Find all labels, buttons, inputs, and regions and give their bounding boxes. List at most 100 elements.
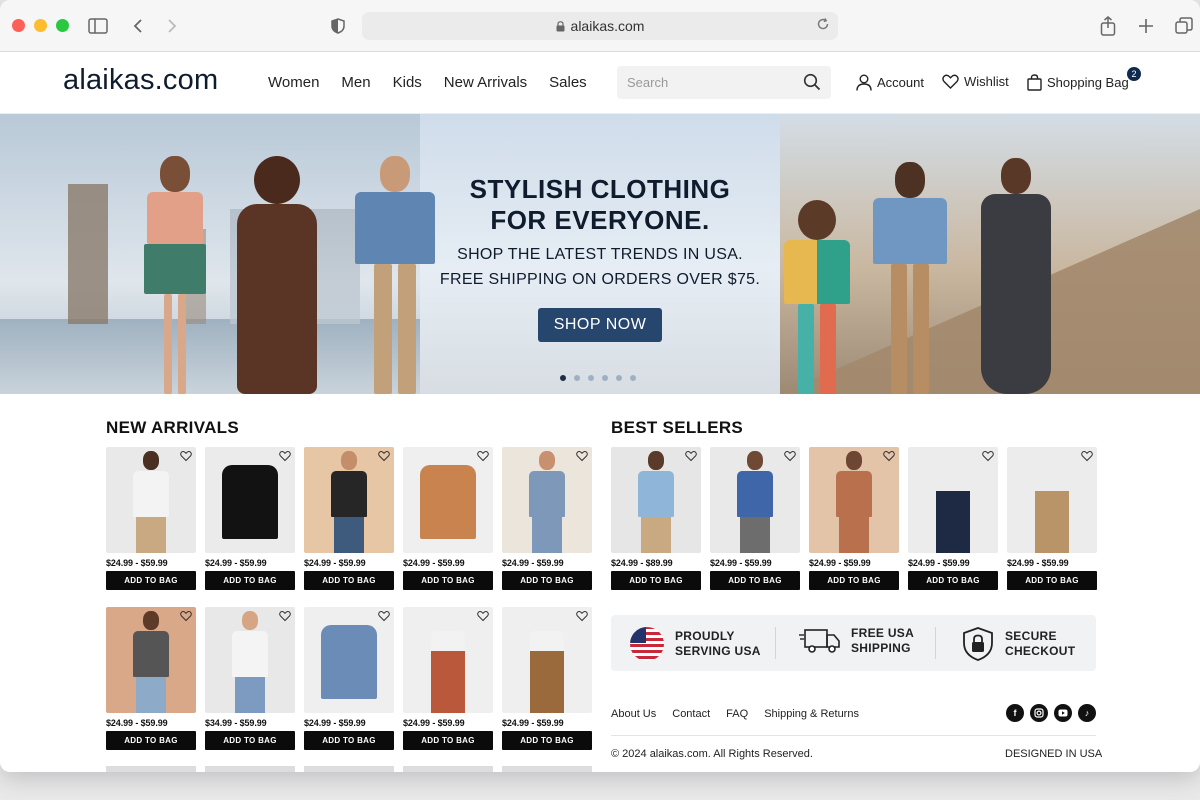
product-card[interactable]: $24.99 - $59.99 ADD TO BAG: [710, 447, 800, 590]
carousel-dot-3[interactable]: [588, 375, 594, 381]
wishlist-heart-icon[interactable]: [685, 450, 697, 462]
close-window-button[interactable]: [12, 19, 25, 32]
nav-men[interactable]: Men: [341, 74, 370, 91]
product-image[interactable]: [908, 447, 998, 553]
back-icon[interactable]: [126, 14, 150, 38]
wishlist-heart-icon[interactable]: [477, 450, 489, 462]
add-to-bag-button[interactable]: ADD TO BAG: [106, 731, 196, 750]
add-to-bag-button[interactable]: ADD TO BAG: [205, 731, 295, 750]
reload-icon[interactable]: [816, 17, 830, 34]
wishlist-heart-icon[interactable]: [180, 450, 192, 462]
product-card[interactable]: $24.99 - $59.99 ADD TO BAG: [502, 447, 592, 590]
tiktok-icon[interactable]: ♪: [1078, 704, 1096, 722]
wishlist-heart-icon[interactable]: [883, 450, 895, 462]
carousel-dot-1[interactable]: [560, 375, 566, 381]
wishlist-heart-icon[interactable]: [378, 610, 390, 622]
add-to-bag-button[interactable]: ADD TO BAG: [908, 571, 998, 590]
account-link[interactable]: Account: [856, 74, 924, 91]
carousel-dot-4[interactable]: [602, 375, 608, 381]
add-to-bag-button[interactable]: ADD TO BAG: [106, 571, 196, 590]
wishlist-heart-icon[interactable]: [982, 450, 994, 462]
product-card[interactable]: $24.99 - $59.99 ADD TO BAG: [304, 607, 394, 750]
product-image[interactable]: [403, 607, 493, 713]
add-to-bag-button[interactable]: ADD TO BAG: [809, 571, 899, 590]
wishlist-heart-icon[interactable]: [576, 610, 588, 622]
product-card[interactable]: $24.99 - $59.99 ADD TO BAG: [502, 607, 592, 750]
product-image[interactable]: [205, 447, 295, 553]
product-card[interactable]: $24.99 - $89.99 ADD TO BAG: [611, 447, 701, 590]
product-image[interactable]: [809, 447, 899, 553]
product-image[interactable]: [611, 447, 701, 553]
add-to-bag-button[interactable]: ADD TO BAG: [611, 571, 701, 590]
wishlist-heart-icon[interactable]: [378, 450, 390, 462]
address-bar[interactable]: alaikas.com: [362, 12, 838, 40]
nav-sales[interactable]: Sales: [549, 74, 587, 91]
privacy-shield-icon[interactable]: [326, 14, 350, 38]
shop-now-button[interactable]: SHOP NOW: [537, 308, 663, 342]
product-image[interactable]: [106, 447, 196, 553]
product-card[interactable]: $24.99 - $59.99 ADD TO BAG: [908, 447, 998, 590]
product-image[interactable]: [1007, 447, 1097, 553]
wishlist-heart-icon[interactable]: [784, 450, 796, 462]
add-to-bag-button[interactable]: ADD TO BAG: [403, 731, 493, 750]
wishlist-link[interactable]: Wishlist: [942, 74, 1009, 89]
add-to-bag-button[interactable]: ADD TO BAG: [304, 731, 394, 750]
wishlist-heart-icon[interactable]: [279, 610, 291, 622]
product-image[interactable]: [502, 607, 592, 713]
add-to-bag-button[interactable]: ADD TO BAG: [710, 571, 800, 590]
add-to-bag-button[interactable]: ADD TO BAG: [403, 571, 493, 590]
product-image[interactable]: [403, 447, 493, 553]
footer-link-faq[interactable]: FAQ: [726, 708, 748, 720]
nav-kids[interactable]: Kids: [393, 74, 422, 91]
forward-icon[interactable]: [160, 14, 184, 38]
product-image[interactable]: [710, 447, 800, 553]
product-card[interactable]: $24.99 - $59.99 ADD TO BAG: [205, 447, 295, 590]
facebook-icon[interactable]: f: [1006, 704, 1024, 722]
product-card[interactable]: $24.99 - $59.99 ADD TO BAG: [1007, 447, 1097, 590]
footer-link-shipping[interactable]: Shipping & Returns: [764, 708, 859, 720]
add-to-bag-button[interactable]: ADD TO BAG: [502, 731, 592, 750]
product-image[interactable]: [205, 607, 295, 713]
product-image[interactable]: [304, 447, 394, 553]
wishlist-heart-icon[interactable]: [279, 450, 291, 462]
carousel-dot-5[interactable]: [616, 375, 622, 381]
wishlist-heart-icon[interactable]: [1081, 450, 1093, 462]
product-photo: [936, 470, 970, 553]
add-to-bag-button[interactable]: ADD TO BAG: [502, 571, 592, 590]
carousel-dot-2[interactable]: [574, 375, 580, 381]
carousel-dot-6[interactable]: [630, 375, 636, 381]
footer-link-about[interactable]: About Us: [611, 708, 656, 720]
search-icon[interactable]: [803, 73, 821, 91]
wishlist-heart-icon[interactable]: [477, 610, 489, 622]
shopping-bag-link[interactable]: Shopping Bag: [1027, 74, 1129, 91]
zoom-window-button[interactable]: [56, 19, 69, 32]
footer-link-contact[interactable]: Contact: [672, 708, 710, 720]
product-card[interactable]: $24.99 - $59.99 ADD TO BAG: [106, 607, 196, 750]
wishlist-heart-icon[interactable]: [576, 450, 588, 462]
sidebar-toggle-icon[interactable]: [86, 14, 110, 38]
tab-overview-icon[interactable]: [1172, 14, 1196, 38]
product-card[interactable]: $24.99 - $59.99 ADD TO BAG: [809, 447, 899, 590]
instagram-icon[interactable]: [1030, 704, 1048, 722]
product-image[interactable]: [304, 607, 394, 713]
search-input[interactable]: [627, 75, 797, 90]
add-to-bag-button[interactable]: ADD TO BAG: [1007, 571, 1097, 590]
nav-women[interactable]: Women: [268, 74, 319, 91]
product-image[interactable]: [106, 607, 196, 713]
add-to-bag-button[interactable]: ADD TO BAG: [205, 571, 295, 590]
product-card[interactable]: $24.99 - $59.99 ADD TO BAG: [106, 447, 196, 590]
site-header: alaikas.com Women Men Kids New Arrivals …: [0, 52, 1200, 114]
product-card[interactable]: $34.99 - $59.99 ADD TO BAG: [205, 607, 295, 750]
youtube-icon[interactable]: [1054, 704, 1072, 722]
new-tab-icon[interactable]: [1134, 14, 1158, 38]
product-image[interactable]: [502, 447, 592, 553]
product-card[interactable]: $24.99 - $59.99 ADD TO BAG: [403, 447, 493, 590]
minimize-window-button[interactable]: [34, 19, 47, 32]
wishlist-heart-icon[interactable]: [180, 610, 192, 622]
site-logo[interactable]: alaikas.com: [63, 64, 218, 97]
product-card[interactable]: $24.99 - $59.99 ADD TO BAG: [403, 607, 493, 750]
product-card[interactable]: $24.99 - $59.99 ADD TO BAG: [304, 447, 394, 590]
add-to-bag-button[interactable]: ADD TO BAG: [304, 571, 394, 590]
share-icon[interactable]: [1096, 14, 1120, 38]
nav-new-arrivals[interactable]: New Arrivals: [444, 74, 527, 91]
